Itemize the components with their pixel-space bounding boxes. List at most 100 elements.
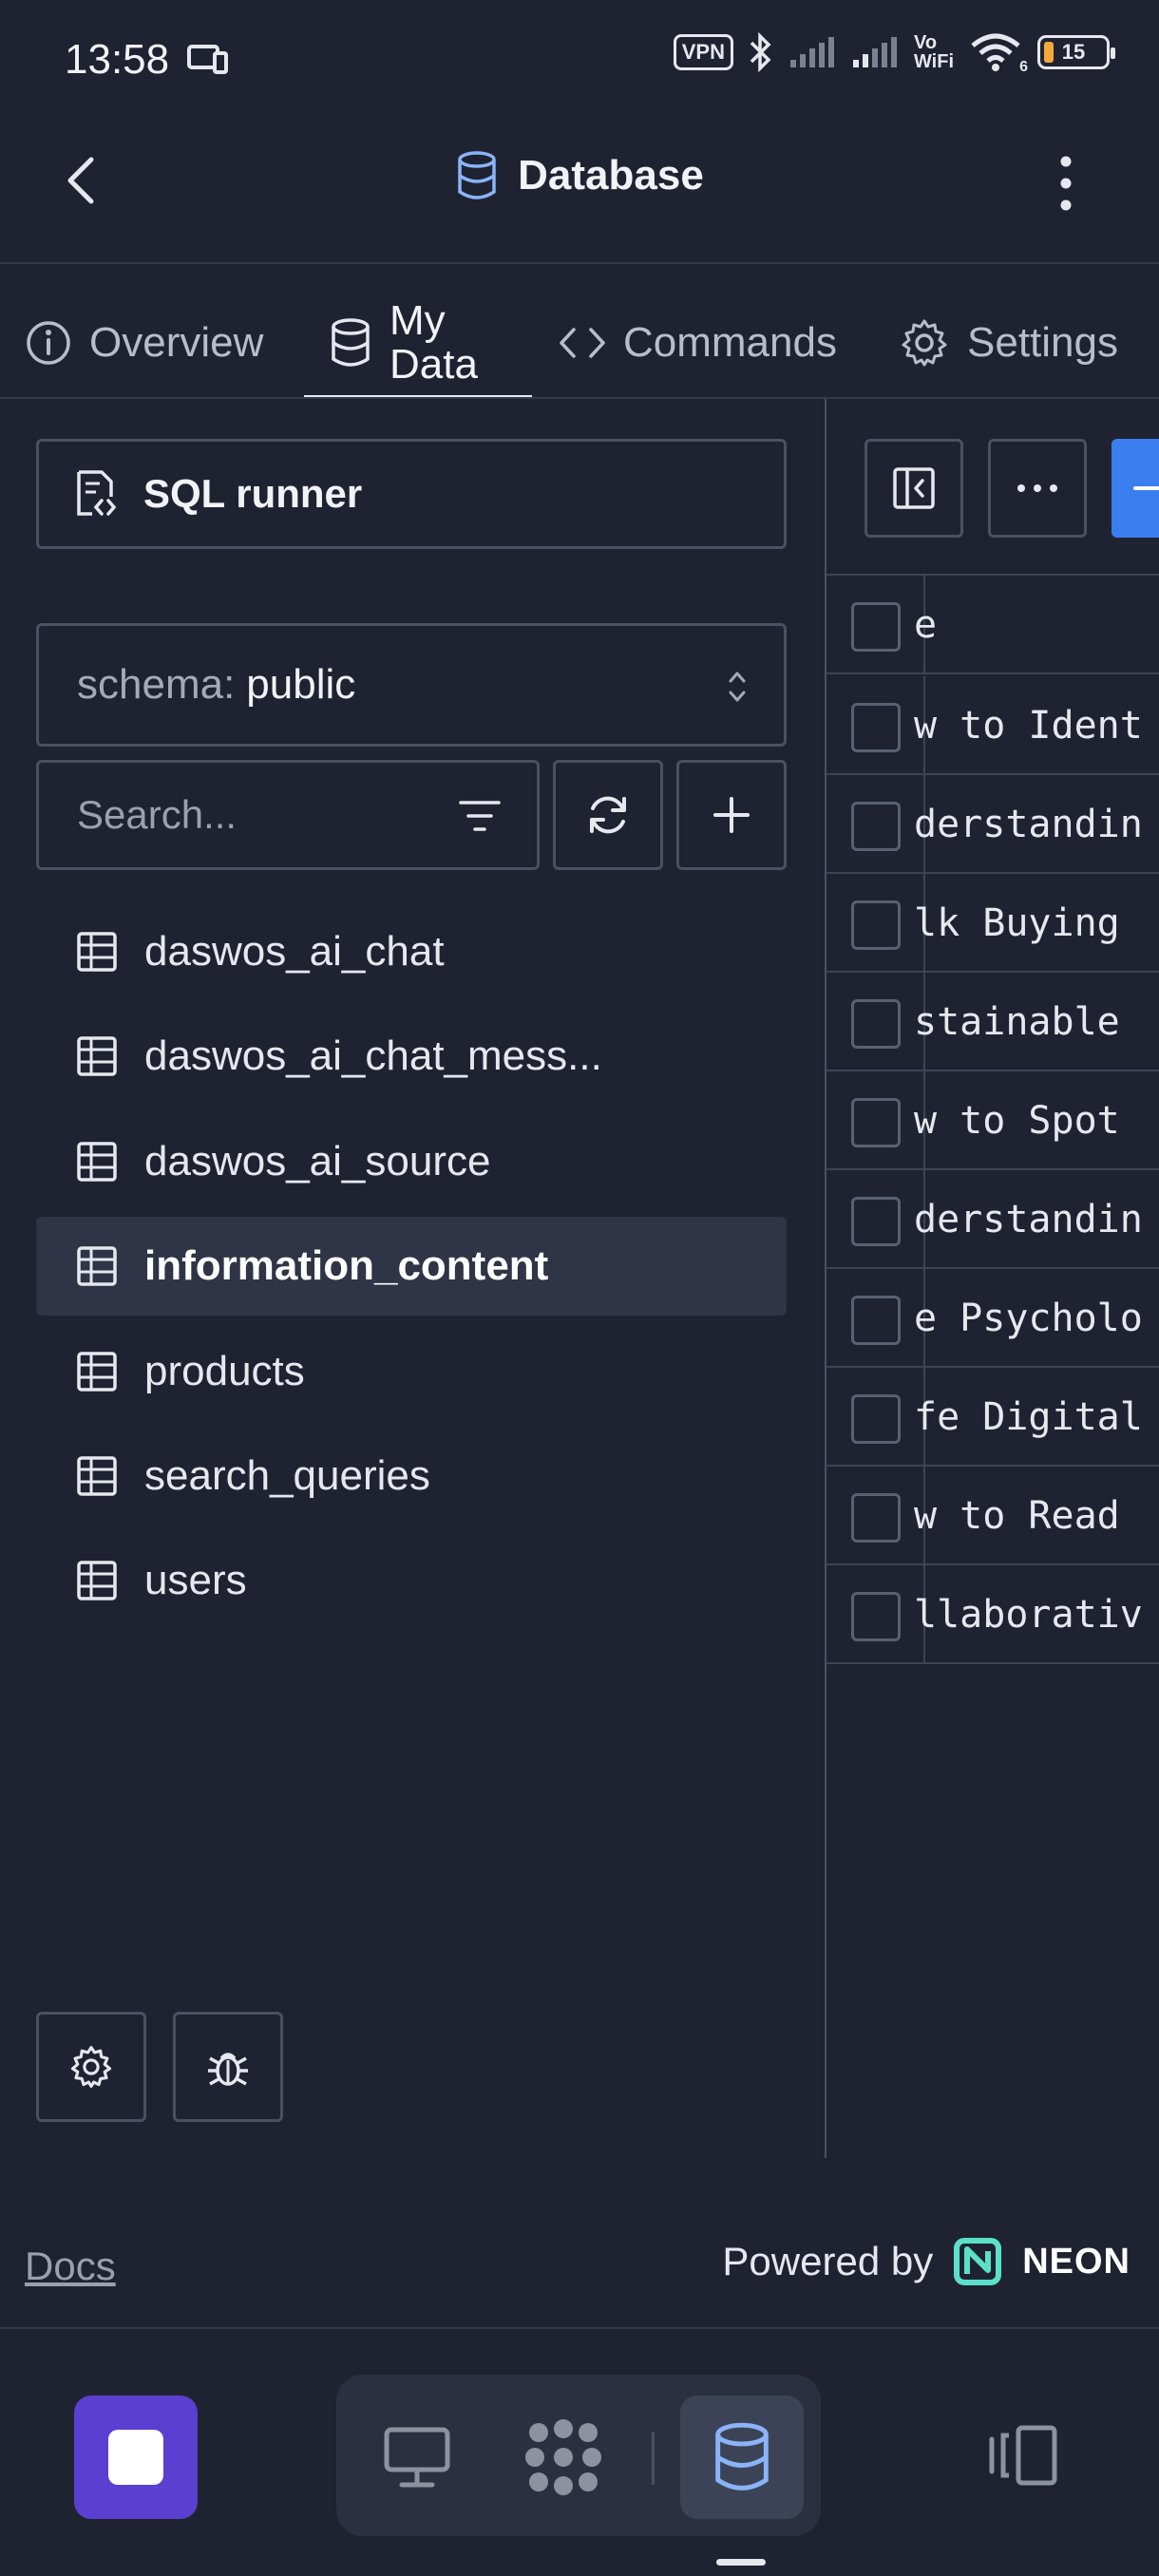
row-checkbox[interactable] (851, 1493, 901, 1543)
table-cell[interactable]: lk Buying (914, 874, 1159, 973)
chevron-updown-icon (727, 668, 748, 706)
powered-by[interactable]: Powered by NEON (722, 2238, 1130, 2285)
table-item-daswos-ai-chat-messages[interactable]: daswos_ai_chat_mess... (36, 1007, 787, 1106)
table-row[interactable]: e Psycholo (826, 1269, 1159, 1368)
table-cell[interactable]: fe Digital (914, 1368, 1159, 1467)
table-search[interactable] (36, 760, 540, 870)
row-checkbox[interactable] (851, 1197, 901, 1246)
table-item-users[interactable]: users (36, 1531, 787, 1630)
docs-link[interactable]: Docs (25, 2244, 116, 2289)
grid-header-row: e (826, 576, 1159, 674)
table-item-daswos-ai-source[interactable]: daswos_ai_source (36, 1112, 787, 1211)
monitor-icon (383, 2426, 451, 2489)
neon-logo-icon (954, 2238, 1002, 2285)
vowifi-indicator: Vo WiFi (914, 33, 954, 71)
add-record-button[interactable] (1112, 439, 1159, 538)
row-checkbox[interactable] (851, 703, 901, 752)
signal-1-icon (788, 35, 836, 69)
row-checkbox[interactable] (851, 1098, 901, 1147)
nav-preview[interactable] (355, 2396, 479, 2519)
table-row[interactable]: fe Digital (826, 1368, 1159, 1467)
grid-more-button[interactable] (988, 439, 1087, 538)
refresh-button[interactable] (553, 760, 663, 870)
row-checkbox[interactable] (851, 1394, 901, 1444)
table-item-information-content[interactable]: information_content (36, 1217, 787, 1316)
status-icons: VPN Vo WiFi 6 15 (673, 32, 1115, 75)
table-row[interactable]: w to Read (826, 1467, 1159, 1565)
table-icon (76, 931, 118, 973)
tab-overview[interactable]: Overview (25, 285, 263, 401)
sql-runner-label: SQL runner (143, 471, 363, 516)
row-checkbox[interactable] (851, 1296, 901, 1345)
select-all-checkbox[interactable] (851, 602, 901, 652)
home-indicator[interactable] (716, 2559, 766, 2566)
table-icon (76, 1455, 118, 1497)
table-cell[interactable]: llaborativ (914, 1565, 1159, 1664)
tab-my-data-label: My Data (390, 299, 478, 387)
sql-runner-button[interactable]: SQL runner (36, 439, 787, 549)
row-checkbox[interactable] (851, 900, 901, 950)
database-icon (329, 317, 372, 369)
table-row[interactable]: w to Spot (826, 1071, 1159, 1170)
nav-separator (652, 2432, 655, 2485)
plus-icon (712, 796, 750, 834)
tabs-divider (0, 397, 1159, 399)
table-cell[interactable]: derstandin (914, 1170, 1159, 1269)
table-cell[interactable]: w to Read (914, 1467, 1159, 1565)
bug-icon (204, 2043, 252, 2091)
table-icon (76, 1245, 118, 1287)
tab-my-data[interactable]: My Data (329, 285, 478, 401)
vpn-badge: VPN (673, 34, 733, 70)
column-header-title[interactable]: e (914, 576, 1159, 674)
table-item-products[interactable]: products (36, 1322, 787, 1421)
table-icon (76, 1035, 118, 1077)
nav-agent[interactable] (502, 2396, 625, 2519)
debug-button[interactable] (173, 2012, 283, 2122)
sql-file-icon (73, 468, 117, 520)
schema-label: schema: (77, 661, 236, 708)
wifi-sub: 6 (1019, 59, 1028, 75)
table-row[interactable]: lk Buying (826, 874, 1159, 973)
table-cell[interactable]: w to Spot (914, 1071, 1159, 1170)
table-row[interactable]: llaborativ (826, 1565, 1159, 1664)
table-cell[interactable]: w to Ident (914, 676, 1159, 775)
table-row[interactable]: w to Ident (826, 676, 1159, 775)
row-checkbox[interactable] (851, 802, 901, 851)
nav-database[interactable] (680, 2396, 804, 2519)
table-item-search-queries[interactable]: search_queries (36, 1427, 787, 1525)
filter-icon[interactable] (459, 799, 501, 833)
tab-overview-label: Overview (89, 319, 264, 366)
tab-settings[interactable]: Settings (899, 285, 1118, 401)
table-item-daswos-ai-chat[interactable]: daswos_ai_chat (36, 902, 787, 1001)
table-item-label: daswos_ai_chat (144, 928, 445, 975)
neon-brand: NEON (1022, 2241, 1130, 2282)
wifi-icon: 6 (969, 32, 1028, 75)
collapse-sidebar-button[interactable] (864, 439, 963, 538)
info-icon (25, 319, 72, 367)
table-item-label: daswos_ai_chat_mess... (144, 1032, 602, 1079)
signal-2-icon (851, 35, 899, 69)
vowifi-bottom: WiFi (913, 51, 954, 72)
search-input[interactable] (77, 792, 438, 838)
stop-icon (108, 2430, 163, 2485)
more-vert-icon[interactable] (1051, 154, 1081, 213)
table-row[interactable]: stainable (826, 973, 1159, 1071)
sidebar-settings-button[interactable] (36, 2012, 146, 2122)
recent-apps-icon[interactable] (984, 2424, 1060, 2487)
header-divider (0, 262, 1159, 264)
table-cell[interactable]: e Psycholo (914, 1269, 1159, 1368)
code-icon (559, 326, 606, 360)
table-cell[interactable]: derstandin (914, 775, 1159, 874)
row-checkbox[interactable] (851, 999, 901, 1049)
panel-left-icon (892, 466, 936, 510)
table-row[interactable]: derstandin (826, 1170, 1159, 1269)
add-table-button[interactable] (676, 760, 787, 870)
table-row[interactable]: derstandin (826, 775, 1159, 874)
header-title: Database (0, 150, 1159, 201)
stop-button[interactable] (74, 2396, 198, 2519)
tab-commands-label: Commands (623, 319, 837, 366)
tab-commands[interactable]: Commands (559, 285, 837, 401)
row-checkbox[interactable] (851, 1592, 901, 1641)
schema-select[interactable]: schema: public (36, 623, 787, 747)
table-cell[interactable]: stainable (914, 973, 1159, 1071)
